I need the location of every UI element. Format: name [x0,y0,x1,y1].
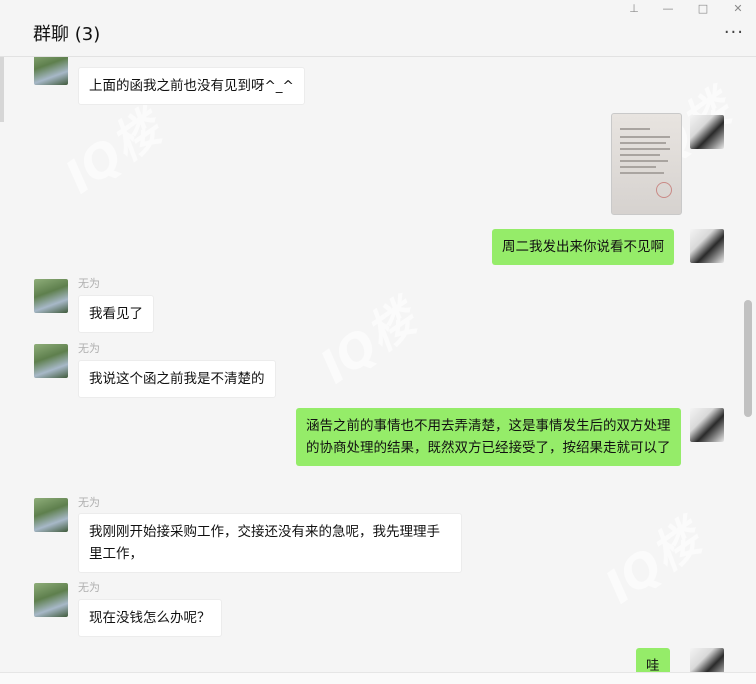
avatar[interactable] [34,279,68,313]
avatar[interactable] [690,648,724,673]
scrollbar[interactable] [744,300,752,417]
watermark: IQ楼 [595,511,711,614]
message-bubble[interactable]: 我说这个函之前我是不清楚的 [78,360,276,398]
avatar[interactable] [690,408,724,442]
avatar[interactable] [690,229,724,263]
sender-name: 无为 [78,277,100,290]
avatar[interactable] [34,498,68,532]
sender-name: 无为 [78,581,100,594]
message-bubble[interactable]: 涵告之前的事情也不用去弄清楚，这是事情发生后的双方处理的协商处理的结果，既然双方… [296,408,681,466]
message-list: IQ楼 IQ楼 IQ楼 IQ楼 上面的函我之前也没有见到呀^_^ 周二我发出来你… [0,57,742,673]
watermark: IQ楼 [55,101,171,204]
sender-name: 无为 [78,496,100,509]
message-bubble[interactable]: 周二我发出来你说看不见啊 [492,229,674,265]
avatar[interactable] [690,115,724,149]
pin-icon[interactable]: ⊥ [626,2,642,15]
seal-icon [656,182,672,198]
more-options-icon[interactable]: ··· [724,22,744,43]
message-bubble[interactable]: 上面的函我之前也没有见到呀^_^ [78,67,305,105]
minimize-icon[interactable]: — [660,2,676,15]
close-icon[interactable]: ✕ [730,2,746,15]
avatar[interactable] [34,583,68,617]
message-bubble[interactable]: 我刚刚开始接采购工作，交接还没有来的急呢，我先理理手里工作， [78,513,462,573]
sender-name: 无为 [78,342,100,355]
document-image[interactable] [611,113,682,215]
avatar[interactable] [34,344,68,378]
message-bubble[interactable]: 哇 [636,648,670,673]
maximize-icon[interactable]: □ [695,2,711,15]
chat-title: 群聊 (3) [33,24,101,45]
watermark: IQ楼 [310,291,426,394]
message-bubble[interactable]: 现在没钱怎么办呢？ [78,599,222,637]
avatar[interactable] [34,57,68,85]
input-area-edge [0,672,756,684]
message-bubble[interactable]: 我看见了 [78,295,154,333]
title-bar: 群聊 (3) ⊥ — □ ✕ ··· [0,0,756,57]
